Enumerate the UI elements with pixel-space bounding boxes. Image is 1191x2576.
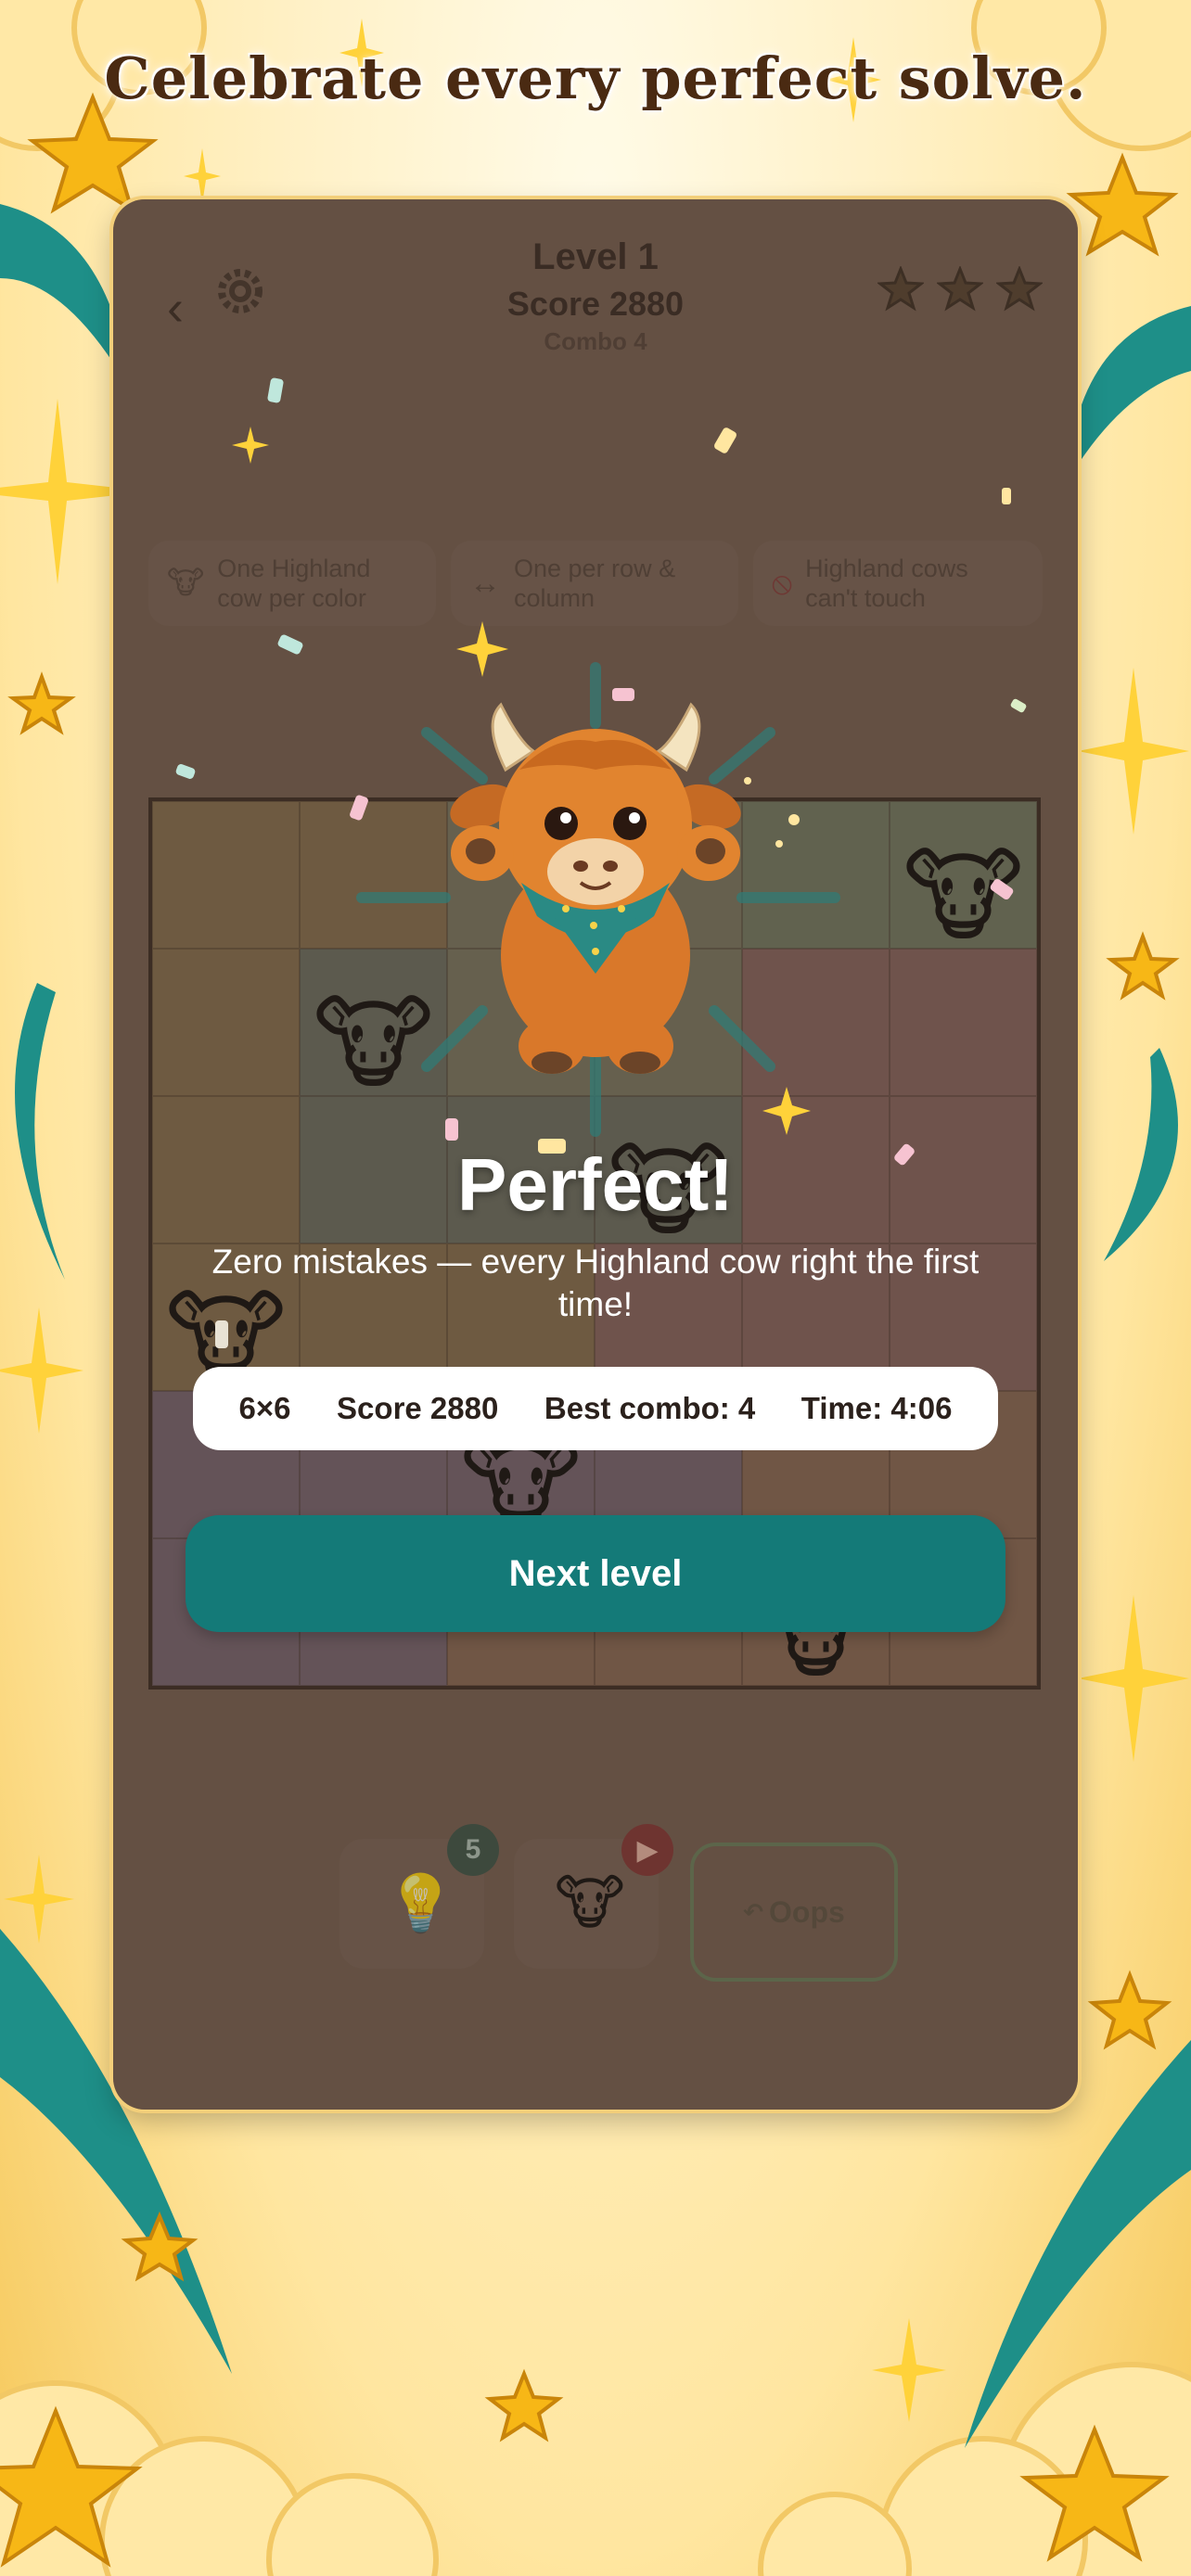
stat-best-combo: Best combo: 4 (544, 1391, 756, 1425)
stat-score: Score 2880 (337, 1391, 499, 1425)
results-stats-pill: 6×6 Score 2880 Best combo: 4 Time: 4:06 (193, 1367, 998, 1450)
perfect-message: Zero mistakes — every Highland cow right… (211, 1243, 980, 1323)
next-level-button[interactable]: Next level (186, 1515, 1005, 1632)
stat-time: Time: 4:06 (800, 1391, 953, 1425)
stat-board-size: 6×6 (238, 1391, 291, 1425)
perfect-title: Perfect! (457, 1143, 734, 1226)
highland-cow-mascot (450, 702, 741, 1074)
